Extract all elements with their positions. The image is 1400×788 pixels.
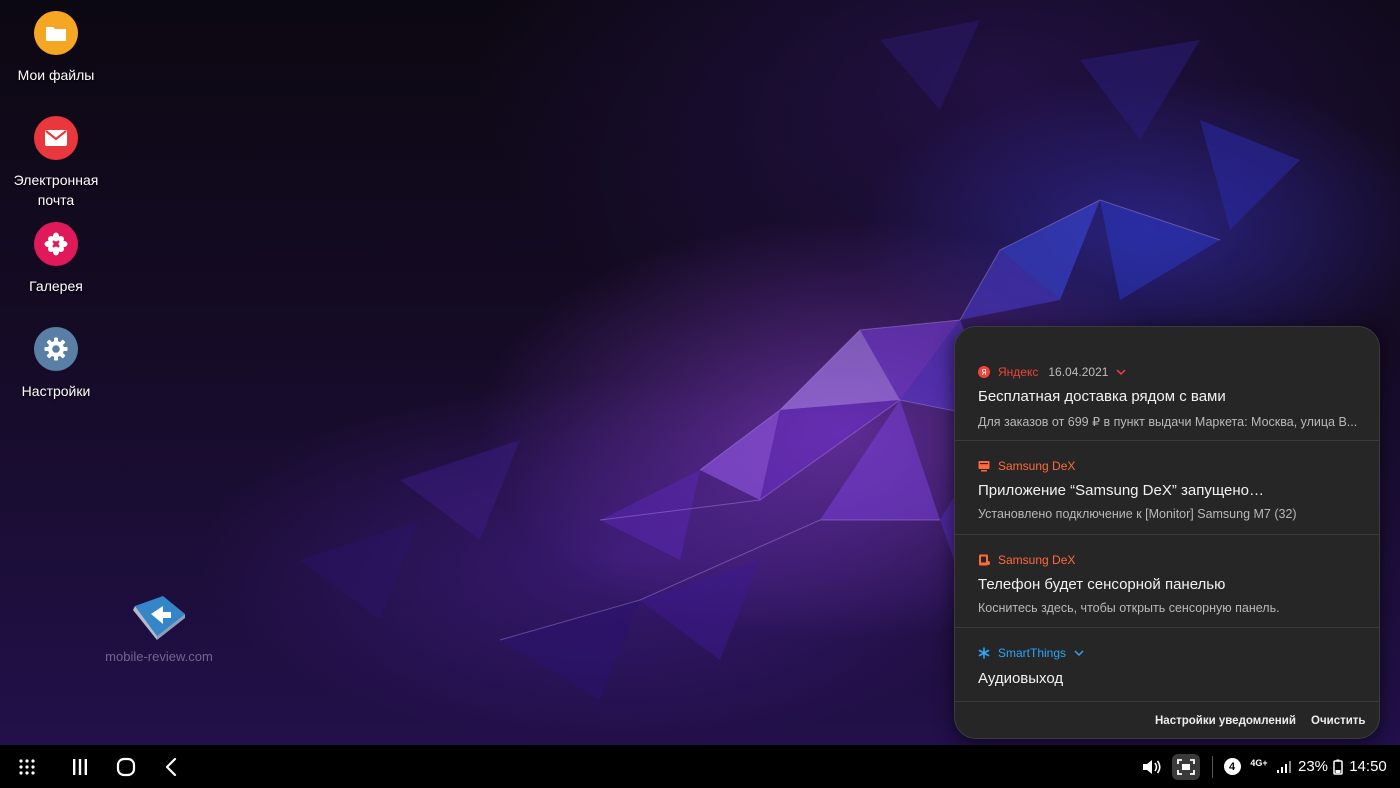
notification-header: SmartThings [978, 645, 1084, 661]
desktop-icon-label: Галерея [29, 278, 83, 294]
screen-capture-icon[interactable] [1172, 745, 1200, 788]
taskbar: 4 4G+ 23% 14:50 [0, 745, 1400, 788]
notification-item[interactable]: Samsung DeX Приложение “Samsung DeX” зап… [955, 441, 1379, 535]
dex-touchpad-icon [978, 554, 990, 566]
folder-icon [34, 11, 78, 55]
watermark-logo-icon [133, 596, 185, 640]
notification-app-name: Samsung DeX [998, 553, 1076, 567]
notification-panel: Я Яндекс 16.04.2021 Бесплатная доставка … [954, 326, 1380, 739]
network-type-indicator: 4G+ [1248, 745, 1270, 788]
notification-body: Коснитесь здесь, чтобы открыть сенсорную… [978, 601, 1280, 615]
smartthings-icon [978, 647, 990, 659]
notification-header: Samsung DeX [978, 458, 1075, 474]
volume-icon[interactable] [1140, 745, 1162, 788]
notification-app-name: Яндекс [998, 365, 1039, 379]
notification-count-badge[interactable]: 4 [1222, 745, 1242, 788]
clock-time: 14:50 [1349, 758, 1387, 775]
svg-text:Я: Я [981, 368, 987, 377]
apps-grid-icon[interactable] [14, 745, 40, 788]
notification-header: Я Яндекс 16.04.2021 [978, 364, 1126, 380]
battery-percent-label: 23% [1297, 758, 1329, 775]
desktop-icon-label: Мои файлы [17, 67, 95, 83]
gallery-flower-icon [34, 222, 78, 266]
notification-body: Установлено подключение к [Monitor] Sams… [978, 507, 1297, 521]
chevron-down-icon[interactable] [1116, 367, 1126, 377]
battery-percent: 23% [1298, 745, 1328, 788]
desktop-icon-label: Настройки [21, 383, 91, 399]
watermark-text: mobile-review.com [105, 649, 213, 664]
notification-header: Samsung DeX [978, 552, 1075, 568]
home-icon[interactable] [113, 745, 139, 788]
desktop-icon-email[interactable]: Электронная почта [0, 116, 112, 210]
notification-app-name: SmartThings [998, 646, 1067, 660]
taskbar-divider [1212, 745, 1213, 788]
clock[interactable]: 14:50 [1347, 745, 1389, 788]
back-icon[interactable] [160, 745, 182, 788]
notification-title: Телефон будет сенсорной панелью [978, 576, 1226, 593]
notification-title: Приложение “Samsung DeX” запущено… [978, 482, 1265, 499]
recent-apps-icon[interactable] [68, 745, 92, 788]
yandex-icon: Я [978, 366, 990, 378]
clear-all-button[interactable]: Очистить [1311, 715, 1366, 727]
dex-monitor-icon [978, 460, 990, 472]
desktop-icon-settings[interactable]: Настройки [0, 327, 112, 401]
notification-settings-button[interactable]: Настройки уведомлений [1155, 715, 1296, 727]
mail-icon [34, 116, 78, 160]
desktop-icon-label: Электронная почта [13, 172, 99, 208]
chevron-down-icon[interactable] [1074, 648, 1084, 658]
gear-icon [34, 327, 78, 371]
notification-count: 4 [1223, 758, 1241, 775]
battery-icon [1332, 745, 1344, 788]
notification-panel-footer: Настройки уведомлений Очистить [955, 702, 1379, 738]
notification-title: Аудиовыход [978, 670, 1064, 687]
notification-item[interactable]: Я Яндекс 16.04.2021 Бесплатная доставка … [955, 327, 1379, 441]
notification-title: Бесплатная доставка рядом с вами [978, 388, 1226, 405]
network-type-label: 4G+ [1250, 757, 1268, 768]
notification-app-name: Samsung DeX [998, 459, 1076, 473]
notification-item[interactable]: SmartThings Аудиовыход [955, 628, 1379, 702]
notification-item[interactable]: Samsung DeX Телефон будет сенсорной пане… [955, 535, 1379, 628]
notification-body: Для заказов от 699 ₽ в пункт выдачи Марк… [978, 415, 1358, 429]
notification-date: 16.04.2021 [1048, 365, 1109, 379]
signal-strength-icon [1275, 745, 1293, 788]
watermark: mobile-review.com [104, 592, 214, 664]
desktop-icon-gallery[interactable]: Галерея [0, 222, 112, 296]
desktop-icon-my-files[interactable]: Мои файлы [0, 11, 112, 85]
